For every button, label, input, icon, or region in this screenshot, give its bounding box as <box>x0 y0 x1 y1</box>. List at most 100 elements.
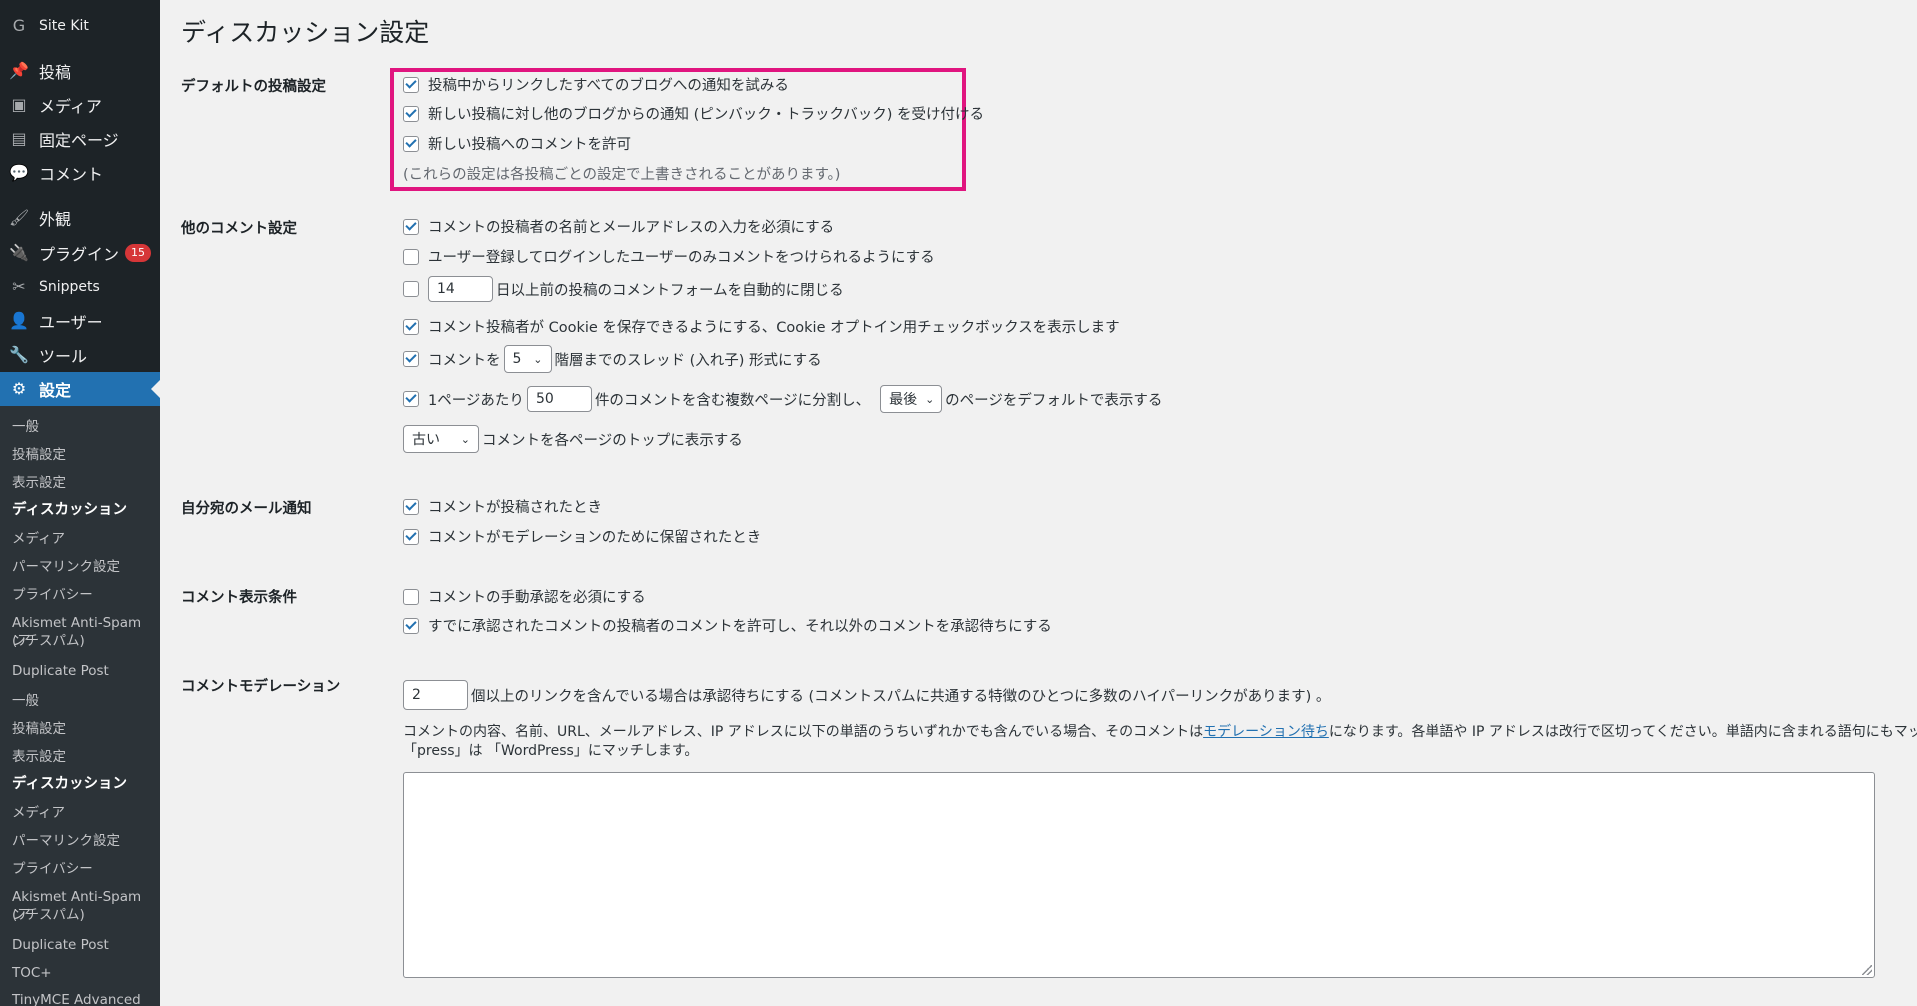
menu-plugins[interactable]: 🔌 プラグイン 15 <box>0 236 160 270</box>
submenu-privacy[interactable]: プライバシー <box>12 860 154 878</box>
google-g-icon: G <box>12 16 26 35</box>
checkbox[interactable] <box>403 318 419 335</box>
plugin-icon: 🔌 <box>9 243 29 262</box>
submenu-permalinks[interactable]: パーマリンク設定 <box>12 832 154 850</box>
menu-appearance[interactable]: 🖌 外観 <box>0 201 160 235</box>
checkbox[interactable] <box>403 281 419 297</box>
option-pingback-notify[interactable]: 投稿中からリンクしたすべてのブログへの通知を試みる <box>403 74 789 95</box>
submenu-duplicate-post[interactable]: Duplicate Post <box>12 936 154 954</box>
option-manual-approval[interactable]: コメントの手動承認を必須にする <box>403 586 646 607</box>
option-moderation-links[interactable]: 2 個以上のリンクを含んでいる場合は承認待ちにする (コメントスパムに共通する特… <box>403 680 1330 710</box>
submenu-akismet-cont[interactable]: ンチスパム) <box>12 632 154 650</box>
select-value: 古い <box>412 432 440 448</box>
submenu-toc-plus[interactable]: TOC+ <box>12 964 154 982</box>
option-label: のページをデフォルトで表示する <box>945 392 1163 409</box>
section-label-comment-appear: コメント表示条件 <box>181 590 297 606</box>
section-label-email-me: 自分宛のメール通知 <box>181 501 312 517</box>
option-require-name-email[interactable]: コメントの投稿者の名前とメールアドレスの入力を必須にする <box>403 216 834 237</box>
scissors-icon: ✂ <box>12 277 26 296</box>
option-label: 個以上のリンクを含んでいる場合は承認待ちにする (コメントスパムに共通する特徴の… <box>471 688 1331 705</box>
option-registered-only[interactable]: ユーザー登録してログインしたユーザーのみコメントをつけられるようにする <box>403 246 935 267</box>
menu-pages[interactable]: ▤ 固定ページ <box>0 122 160 156</box>
chevron-down-icon: ⌄ <box>460 432 470 446</box>
thread-depth-select[interactable]: 5 ⌄ <box>503 345 552 373</box>
option-previously-approved[interactable]: すでに承認されたコメントの投稿者のコメントを許可し、それ以外のコメントを承認待ち… <box>403 615 1052 636</box>
option-label: 新しい投稿に対し他のブログからの通知 (ピンバック・トラックバック) を受け付け… <box>428 107 985 123</box>
submenu-discussion[interactable]: ディスカッション <box>12 775 154 793</box>
user-icon: 👤 <box>9 311 29 330</box>
default-page-select[interactable]: 最後 ⌄ <box>880 385 943 413</box>
comments-per-page-input[interactable]: 50 <box>526 386 592 412</box>
description-text: コメントの内容、名前、URL、メールアドレス、IP アドレスに以下の単語のうちい… <box>403 724 1204 740</box>
submenu-general[interactable]: 一般 <box>12 418 154 436</box>
wrench-icon: 🔧 <box>9 345 29 364</box>
section-label-moderation: コメントモデレーション <box>181 679 341 695</box>
moderation-queue-link[interactable]: モデレーション待ち <box>1203 724 1329 740</box>
submenu-duplicate-post[interactable]: Duplicate Post <box>12 662 154 680</box>
select-value: 5 <box>512 351 522 367</box>
menu-media[interactable]: ▣ メディア <box>0 88 160 122</box>
checkbox[interactable] <box>403 528 419 545</box>
checkbox[interactable] <box>403 391 419 407</box>
chevron-down-icon: ⌄ <box>533 352 543 366</box>
checkbox[interactable] <box>403 248 419 265</box>
option-label: コメントを <box>428 352 501 369</box>
select-value: 最後 <box>889 392 918 408</box>
checkbox[interactable] <box>403 351 419 367</box>
submenu-media[interactable]: メディア <box>12 530 154 548</box>
checkbox[interactable] <box>403 588 419 605</box>
chevron-down-icon: ⌄ <box>925 392 935 406</box>
checkbox[interactable] <box>403 135 419 152</box>
close-days-input[interactable]: 14 <box>428 276 493 302</box>
option-email-moderation[interactable]: コメントがモデレーションのために保留されたとき <box>403 526 761 547</box>
option-label: 1ページあたり <box>428 392 524 409</box>
comment-order-select[interactable]: 古い ⌄ <box>403 425 479 453</box>
checkbox[interactable] <box>403 498 419 515</box>
option-page-comments[interactable]: 1ページあたり 50 件のコメントを含む複数ページに分割し、 最後 ⌄ のページ… <box>403 385 1162 413</box>
submenu-media[interactable]: メディア <box>12 804 154 822</box>
option-allow-pingbacks[interactable]: 新しい投稿に対し他のブログからの通知 (ピンバック・トラックバック) を受け付け… <box>403 103 984 124</box>
menu-posts[interactable]: 📌 投稿 <box>0 54 160 88</box>
moderation-keys-textarea[interactable] <box>403 772 1875 978</box>
submenu-general[interactable]: 一般 <box>12 692 154 710</box>
moderation-links-input[interactable]: 2 <box>403 680 468 710</box>
option-thread-comments[interactable]: コメントを 5 ⌄ 階層までのスレッド (入れ子) 形式にする <box>403 345 822 373</box>
option-label: コメントを各ページのトップに表示する <box>482 432 743 449</box>
checkbox[interactable] <box>403 105 419 122</box>
menu-comments[interactable]: 💬 コメント <box>0 156 160 190</box>
media-icon: ▣ <box>11 95 27 114</box>
option-label: 階層までのスレッド (入れ子) 形式にする <box>554 352 822 369</box>
option-label: 日以上前の投稿のコメントフォームを自動的に閉じる <box>496 282 844 299</box>
submenu-akismet-cont[interactable]: ンチスパム) <box>12 906 154 924</box>
submenu-tinymce-advanced[interactable]: TinyMCE Advanced <box>12 991 154 1006</box>
submenu-privacy[interactable]: プライバシー <box>12 586 154 604</box>
comment-icon: 💬 <box>9 163 29 182</box>
menu-settings[interactable]: ⚙ 設定 <box>0 372 160 406</box>
resize-handle-icon[interactable] <box>1862 965 1872 975</box>
menu-site-kit[interactable]: G Site Kit <box>0 9 160 43</box>
option-close-comments[interactable]: 14 日以上前の投稿のコメントフォームを自動的に閉じる <box>403 276 844 302</box>
admin-sidebar: G Site Kit 📌 投稿 ▣ メディア ▤ 固定ページ 💬 コメント 🖌 … <box>0 0 160 1006</box>
menu-users[interactable]: 👤 ユーザー <box>0 304 160 338</box>
checkbox[interactable] <box>403 76 419 93</box>
option-allow-comments[interactable]: 新しい投稿へのコメントを許可 <box>403 133 631 154</box>
submenu-permalinks[interactable]: パーマリンク設定 <box>12 558 154 576</box>
option-cookies-optin[interactable]: コメント投稿者が Cookie を保存できるようにする、Cookie オプトイン… <box>403 316 1120 337</box>
option-label: 投稿中からリンクしたすべてのブログへの通知を試みる <box>428 78 789 94</box>
menu-tools[interactable]: 🔧 ツール <box>0 338 160 372</box>
menu-label: 設定 <box>39 381 72 400</box>
menu-snippets[interactable]: ✂ Snippets <box>0 270 160 304</box>
menu-label: 外観 <box>39 210 72 229</box>
menu-label: プラグイン <box>39 245 120 264</box>
menu-label: ツール <box>39 347 88 366</box>
option-email-comment-posted[interactable]: コメントが投稿されたとき <box>403 496 602 517</box>
submenu-reading[interactable]: 表示設定 <box>12 474 154 492</box>
submenu-writing[interactable]: 投稿設定 <box>12 720 154 738</box>
settings-icon: ⚙ <box>11 379 27 398</box>
option-comment-order[interactable]: 古い ⌄ コメントを各ページのトップに表示する <box>403 425 743 453</box>
checkbox[interactable] <box>403 218 419 235</box>
submenu-discussion[interactable]: ディスカッション <box>12 501 154 519</box>
submenu-reading[interactable]: 表示設定 <box>12 748 154 766</box>
checkbox[interactable] <box>403 617 419 634</box>
submenu-writing[interactable]: 投稿設定 <box>12 446 154 464</box>
